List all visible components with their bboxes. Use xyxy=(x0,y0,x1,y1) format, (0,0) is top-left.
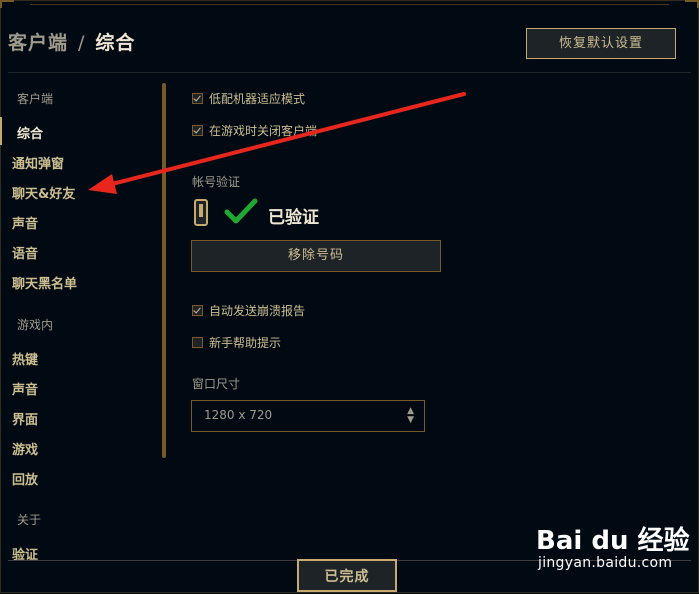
sidebar-item-game[interactable]: 游戏 xyxy=(12,439,38,458)
breadcrumb-parent[interactable]: 客户端 xyxy=(8,32,68,54)
auto-send-crash-label: 自动发送崩溃报告 xyxy=(209,303,306,318)
watermark-logo: Bai du 经验 xyxy=(536,526,690,556)
close-client-in-game-label: 在游戏时关闭客户端 xyxy=(209,123,318,138)
check-icon xyxy=(224,198,258,224)
sidebar-item-voice[interactable]: 语音 xyxy=(12,243,38,262)
sidebar-section-client: 客户端 xyxy=(17,92,54,106)
header-divider xyxy=(8,72,691,73)
done-button[interactable]: 已完成 xyxy=(297,559,397,592)
auto-send-crash-checkbox[interactable] xyxy=(192,304,203,316)
window-size-value: 1280 x 720 xyxy=(204,408,273,422)
remove-number-button[interactable]: 移除号码 xyxy=(191,240,441,272)
close-client-in-game-option[interactable]: 在游戏时关闭客户端 xyxy=(192,121,317,139)
low-spec-mode-option[interactable]: 低配机器适应模式 xyxy=(192,89,305,107)
sidebar-section-ingame: 游戏内 xyxy=(17,318,54,332)
corner-ornament-right xyxy=(685,0,699,8)
watermark-url: jingyan.baidu.com xyxy=(538,555,673,571)
active-item-indicator xyxy=(0,117,2,145)
newbie-tips-checkbox[interactable] xyxy=(192,336,203,348)
auto-send-crash-option[interactable]: 自动发送崩溃报告 xyxy=(192,301,305,319)
low-spec-mode-checkbox[interactable] xyxy=(192,92,203,104)
newbie-tips-option[interactable]: 新手帮助提示 xyxy=(192,333,281,351)
window-size-title: 窗口尺寸 xyxy=(192,377,241,391)
sidebar-item-interface[interactable]: 界面 xyxy=(12,409,38,428)
breadcrumb: 客户端 / 综合 xyxy=(8,28,135,55)
newbie-tips-label: 新手帮助提示 xyxy=(209,335,282,350)
verified-status: 已验证 xyxy=(268,208,319,228)
low-spec-mode-label: 低配机器适应模式 xyxy=(209,91,306,106)
select-arrows-icon: ▲ ▼ xyxy=(407,406,414,425)
corner-ornament-left xyxy=(0,0,14,8)
close-client-in-game-checkbox[interactable] xyxy=(192,124,203,136)
phone-icon xyxy=(194,199,208,226)
sidebar-item-chat-blocklist[interactable]: 聊天黑名单 xyxy=(12,273,77,292)
sidebar-item-chat-friends[interactable]: 聊天&好友 xyxy=(12,183,75,202)
sidebar-item-ingame-sound[interactable]: 声音 xyxy=(12,379,38,398)
breadcrumb-current: 综合 xyxy=(95,32,136,54)
sidebar-item-notifications[interactable]: 通知弹窗 xyxy=(12,153,64,172)
sidebar-item-sound[interactable]: 声音 xyxy=(12,213,38,232)
window-size-select[interactable]: 1280 x 720 ▲ ▼ xyxy=(191,400,425,432)
breadcrumb-separator: / xyxy=(78,32,86,54)
top-border xyxy=(30,4,669,5)
sidebar-item-replays[interactable]: 回放 xyxy=(12,469,38,488)
settings-window-frame xyxy=(0,0,699,593)
sidebar-scrollbar[interactable] xyxy=(162,83,166,458)
baidu-jingyan-watermark: Bai du 经验 jingyan.baidu.com xyxy=(536,520,690,571)
restore-defaults-button[interactable]: 恢复默认设置 xyxy=(526,28,676,59)
account-verification-title: 帐号验证 xyxy=(192,175,241,189)
sidebar-section-about: 关于 xyxy=(17,513,42,527)
sidebar-item-general[interactable]: 综合 xyxy=(17,123,43,142)
sidebar-item-hotkeys[interactable]: 热键 xyxy=(12,349,38,368)
